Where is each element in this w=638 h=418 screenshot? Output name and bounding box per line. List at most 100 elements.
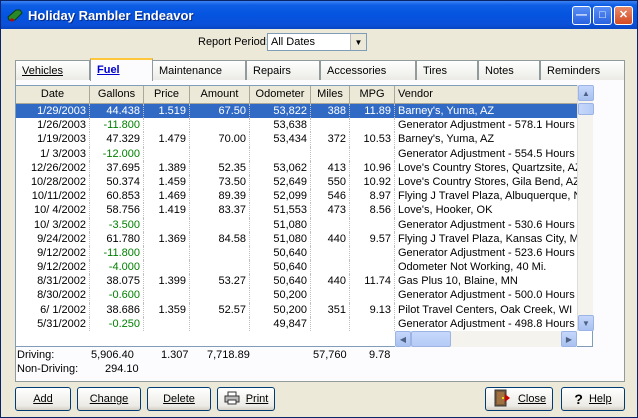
add-button[interactable]: Add [15,387,71,411]
col-header-odometer[interactable]: Odometer [250,86,311,104]
tab-accessories[interactable]: Accessories [320,60,416,80]
cell-amount: 73.50 [190,174,250,190]
report-period-label: Report Period: [198,36,269,48]
cell-mpg: 9.13 [350,302,395,317]
cell-date: 8/30/2002 [16,288,90,303]
delete-button[interactable]: Delete [147,387,211,411]
cell-vendor: Gas Plus 10, Blaine, MN [395,274,578,289]
cell-mpg: 10.96 [350,160,395,175]
cell-date: 9/12/2002 [16,245,90,261]
col-header-miles[interactable]: Miles [311,86,350,104]
cell-gallons: -11.800 [90,245,144,261]
cell-amount: 53.27 [190,274,250,289]
table-row[interactable]: 9/12/2002 -11.800 50,640 Generator Adjustme… [16,245,578,261]
cell-miles: 413 [311,160,350,175]
print-button[interactable]: Print [217,387,275,411]
cell-vendor: Love's Country Stores, Gila Bend, AZ [395,174,578,190]
vertical-scroll-thumb[interactable] [578,103,594,115]
help-button[interactable]: ? Help [561,387,625,411]
table-row[interactable]: 6/ 1/2002 38.686 1.359 52.57 50,200 351 9.13 Pi… [16,302,578,317]
table-row[interactable]: 8/30/2002 -0.600 50,200 Generator Adjustmen… [16,288,578,303]
driving-price: 1.307 [161,349,189,361]
cell-date: 9/24/2002 [16,231,90,246]
table-row[interactable]: 5/31/2002 -0.250 49,847 Generator Adjustmen… [16,316,578,331]
cell-miles [311,260,350,275]
cell-price: 1.479 [144,132,190,147]
tab-notes[interactable]: Notes [478,60,540,80]
table-row[interactable]: 10/ 3/2002 -3.500 51,080 Generator Adjustme… [16,217,578,232]
fuel-grid[interactable]: Date Gallons Price Amount Odometer Miles… [15,85,593,347]
cell-vendor: Generator Adjustment - 500.0 Hours [395,288,578,303]
cell-mpg [350,217,395,232]
cell-amount [190,146,250,161]
cell-vendor: Flying J Travel Plaza, Albuquerque, NM [395,189,578,204]
cell-gallons: -0.600 [90,288,144,303]
scroll-right-icon[interactable]: ▶ [561,331,577,347]
table-row[interactable]: 9/12/2002 -4.000 50,640 Odometer Not Workin… [16,260,578,275]
cell-mpg: 9.57 [350,231,395,246]
title-bar[interactable]: Holiday Rambler Endeavor — □ ✕ [1,1,637,29]
table-row[interactable]: 1/ 3/2003 -12.000 Generator Adjustment - 5… [16,146,578,161]
dropdown-arrow-icon[interactable]: ▼ [350,34,366,50]
tab-reminders[interactable]: Reminders [540,60,625,80]
table-row[interactable]: 9/24/2002 61.780 1.369 84.58 51,080 440 9.57 Fl… [16,231,578,246]
scroll-down-icon[interactable]: ▼ [578,315,594,331]
tab-strip: Vehicles Fuel Maintenance Repairs Access… [15,58,625,81]
horizontal-scrollbar[interactable]: ◀ ▶ [395,331,577,347]
table-row[interactable]: 12/26/2002 37.695 1.389 52.35 53,062 413 10.96… [16,160,578,175]
tab-vehicles[interactable]: Vehicles [15,60,90,80]
cell-amount [190,245,250,261]
cell-gallons: -3.500 [90,217,144,232]
tab-maintenance[interactable]: Maintenance [152,60,246,80]
tab-tires[interactable]: Tires [416,60,478,80]
cell-odometer: 51,080 [250,217,311,232]
cell-amount: 83.37 [190,203,250,218]
table-row[interactable]: 10/28/2002 50.374 1.459 73.50 52,649 550 10.92… [16,174,578,190]
cell-miles: 550 [311,174,350,190]
horizontal-scroll-thumb[interactable] [411,331,451,347]
tab-repairs[interactable]: Repairs [246,60,320,80]
close-window-button[interactable]: ✕ [614,6,633,25]
cell-gallons: 38.686 [90,302,144,317]
cell-amount [190,288,250,303]
col-header-vendor[interactable]: Vendor [395,86,578,104]
report-period-select[interactable]: All Dates ▼ [267,33,367,51]
scroll-up-icon[interactable]: ▲ [578,85,594,101]
table-row[interactable]: 10/11/2002 60.853 1.469 89.39 52,099 546 8.97 F… [16,189,578,204]
cell-odometer: 52,099 [250,189,311,204]
table-row[interactable]: 10/ 4/2002 58.756 1.419 83.37 51,553 473 8.56 L… [16,203,578,218]
table-row[interactable]: 1/29/2003 44.438 1.519 67.50 53,822 388 11.89 B… [16,104,578,119]
col-header-mpg[interactable]: MPG [350,86,395,104]
vertical-scrollbar[interactable]: ▲ ▼ [577,85,594,331]
col-header-price[interactable]: Price [144,86,190,104]
app-window: Holiday Rambler Endeavor — □ ✕ Report Pe… [0,0,638,418]
scroll-left-icon[interactable]: ◀ [395,331,411,347]
table-row[interactable]: 1/19/2003 47.329 1.479 70.00 53,434 372 10.53 B… [16,132,578,147]
driving-miles: 57,760 [313,349,347,361]
col-header-date[interactable]: Date [16,86,90,104]
cell-amount [190,217,250,232]
minimize-button[interactable]: — [572,6,591,25]
col-header-amount[interactable]: Amount [190,86,250,104]
cell-miles: 440 [311,274,350,289]
cell-mpg [350,260,395,275]
cell-amount: 52.57 [190,302,250,317]
cell-odometer: 50,200 [250,288,311,303]
table-row[interactable]: 8/31/2002 38.075 1.399 53.27 50,640 440 11.74 G… [16,274,578,289]
maximize-button[interactable]: □ [593,6,612,25]
cell-gallons: 44.438 [90,104,144,119]
driving-mpg: 9.78 [369,349,391,361]
cell-price [144,245,190,261]
cell-gallons: 50.374 [90,174,144,190]
close-button[interactable]: Close [485,387,553,411]
cell-price [144,118,190,133]
col-header-gallons[interactable]: Gallons [90,86,144,104]
cell-mpg: 11.74 [350,274,395,289]
cell-odometer: 50,200 [250,302,311,317]
change-button[interactable]: Change [77,387,141,411]
cell-odometer: 53,638 [250,118,311,133]
cell-odometer [250,146,311,161]
cell-odometer: 53,434 [250,132,311,147]
tab-fuel[interactable]: Fuel [90,58,153,81]
table-row[interactable]: 1/26/2003 -11.800 53,638 Generator Adjustme… [16,118,578,133]
